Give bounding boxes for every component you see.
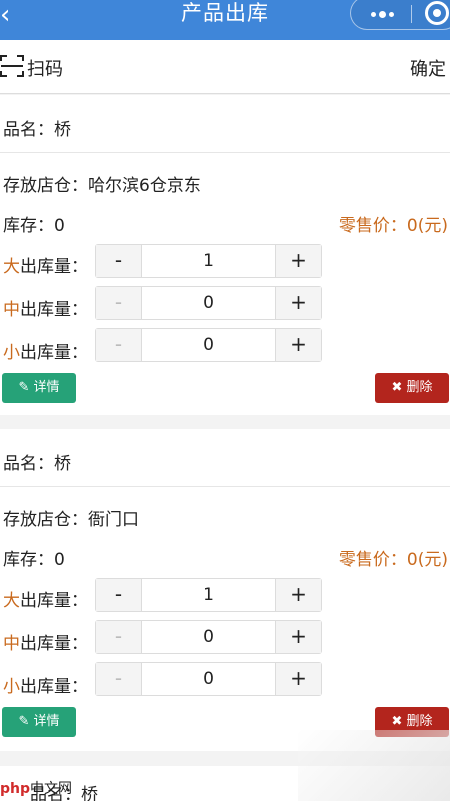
qty-label-medium: 中出库量：	[3, 295, 88, 320]
decrement-button[interactable]: -	[96, 579, 142, 611]
close-circle-icon[interactable]	[425, 1, 449, 25]
watermark-php: php	[0, 781, 31, 797]
price-label: 零售价：	[338, 550, 407, 570]
delete-label: 删除	[406, 714, 433, 729]
increment-button[interactable]: +	[275, 245, 321, 277]
increment-button[interactable]: +	[275, 621, 321, 653]
qty-prefix: 大	[3, 257, 20, 277]
stock-label: 库存：	[3, 550, 54, 570]
product-name: 桥	[54, 454, 71, 474]
qty-label-large: 大出库量：	[3, 586, 88, 611]
divider	[0, 152, 450, 153]
price-label: 零售价：	[338, 216, 407, 236]
product-name-label: 品名：	[3, 454, 54, 474]
close-icon: ✖	[391, 714, 403, 729]
scan-bar: 扫码 确定	[0, 40, 450, 94]
quantity-stepper: - 0 +	[95, 620, 322, 654]
warehouse-row: 存放店仓：哈尔滨6仓京东	[3, 171, 450, 196]
warehouse-label: 存放店仓：	[3, 176, 88, 196]
more-icon[interactable]	[365, 7, 399, 21]
quantity-stepper: - 0 +	[95, 328, 322, 362]
decrement-button[interactable]: -	[96, 245, 142, 277]
product-card: 品名：桥 存放店仓：哈尔滨6仓京东 库存：0 零售价：0(元) 大出库量： - …	[0, 95, 450, 415]
capsule-divider	[411, 5, 412, 23]
quantity-value[interactable]: 1	[142, 245, 275, 277]
decrement-button[interactable]: -	[96, 329, 142, 361]
qty-label-text: 出库量：	[20, 634, 88, 654]
divider	[0, 486, 450, 487]
watermark-logo: php中文网	[0, 778, 72, 798]
close-icon: ✖	[391, 380, 403, 395]
qty-label-text: 出库量：	[20, 591, 88, 611]
watermark-cn: 中文网	[30, 781, 73, 797]
increment-button[interactable]: +	[275, 579, 321, 611]
magic-wand-icon: ✎	[18, 380, 30, 395]
warehouse-value: 哈尔滨6仓京东	[88, 176, 201, 196]
increment-button[interactable]: +	[275, 287, 321, 319]
stock-label: 库存：	[3, 216, 54, 236]
qty-prefix: 大	[3, 591, 20, 611]
decrement-button[interactable]: -	[96, 621, 142, 653]
product-card: 品名：桥 存放店仓：衙门口 库存：0 零售价：0(元) 大出库量： - 1 + …	[0, 429, 450, 751]
warehouse-label: 存放店仓：	[3, 510, 88, 530]
detail-label: 详情	[33, 380, 60, 395]
quantity-value[interactable]: 0	[142, 663, 275, 695]
quantity-stepper: - 0 +	[95, 662, 322, 696]
qty-prefix: 中	[3, 300, 20, 320]
nav-bar: ‹ 产品出库	[0, 0, 450, 40]
retail-price: 零售价：0(元)	[339, 545, 448, 570]
delete-button[interactable]: ✖ 删除	[375, 373, 449, 403]
stock-value: 0	[54, 550, 65, 570]
warehouse-row: 存放店仓：衙门口	[3, 505, 450, 530]
delete-label: 删除	[406, 380, 433, 395]
magic-wand-icon: ✎	[18, 714, 30, 729]
qty-prefix: 小	[3, 343, 20, 363]
product-name-label: 品名：	[3, 120, 54, 140]
mini-program-capsule	[350, 0, 450, 30]
qty-label-text: 出库量：	[20, 300, 88, 320]
qty-label-text: 出库量：	[20, 257, 88, 277]
detail-button[interactable]: ✎ 详情	[2, 373, 76, 403]
product-name: 桥	[54, 120, 71, 140]
detail-label: 详情	[33, 714, 60, 729]
confirm-button[interactable]: 确定	[410, 55, 446, 81]
qty-prefix: 小	[3, 677, 20, 697]
scan-button[interactable]: 扫码	[27, 55, 63, 81]
decrement-button[interactable]: -	[96, 287, 142, 319]
quantity-stepper: - 1 +	[95, 244, 322, 278]
quantity-value[interactable]: 0	[142, 329, 275, 361]
quantity-value[interactable]: 0	[142, 287, 275, 319]
qty-prefix: 中	[3, 634, 20, 654]
qty-label-large: 大出库量：	[3, 252, 88, 277]
warehouse-value: 衙门口	[88, 510, 139, 530]
qty-label-text: 出库量：	[20, 677, 88, 697]
decrement-button[interactable]: -	[96, 663, 142, 695]
quantity-stepper: - 1 +	[95, 578, 322, 612]
price-value: 0(元)	[406, 216, 448, 236]
qty-label-medium: 中出库量：	[3, 629, 88, 654]
quantity-stepper: - 0 +	[95, 286, 322, 320]
price-value: 0(元)	[406, 550, 448, 570]
qty-label-text: 出库量：	[20, 343, 88, 363]
detail-button[interactable]: ✎ 详情	[2, 707, 76, 737]
quantity-value[interactable]: 0	[142, 621, 275, 653]
stock-value: 0	[54, 216, 65, 236]
increment-button[interactable]: +	[275, 329, 321, 361]
scan-icon[interactable]	[0, 54, 24, 78]
qty-label-small: 小出库量：	[3, 338, 88, 363]
retail-price: 零售价：0(元)	[339, 211, 448, 236]
product-name-row: 品名：桥	[3, 449, 450, 474]
qty-label-small: 小出库量：	[3, 672, 88, 697]
increment-button[interactable]: +	[275, 663, 321, 695]
watermark-fade	[298, 730, 450, 801]
product-name-row: 品名：桥	[3, 115, 450, 140]
quantity-value[interactable]: 1	[142, 579, 275, 611]
